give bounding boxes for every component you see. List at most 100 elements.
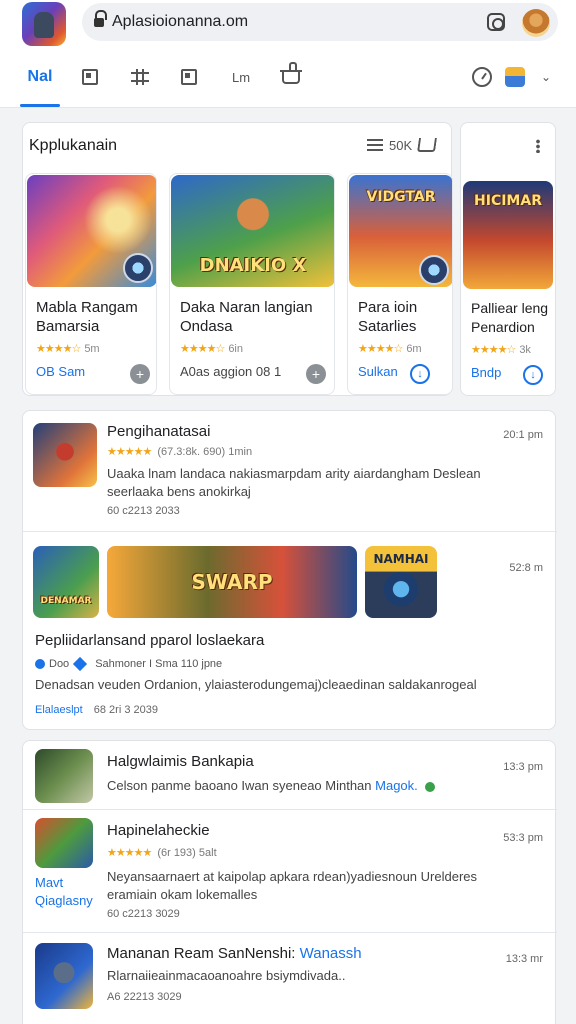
tab-images[interactable] — [80, 64, 100, 90]
list-item[interactable]: Pengihanatasai 20:1 pm ★★★★★ (67.3:8k. 69… — [23, 411, 557, 531]
verified-icon — [73, 656, 88, 672]
tab-grid[interactable] — [128, 64, 152, 90]
rating-stars: ★★★★☆ 5m — [36, 343, 100, 355]
feed-card: Pengihanatasai 20:1 pm ★★★★★ (67.3:8k. 69… — [22, 410, 557, 731]
list-item[interactable]: Mavt Qiaglasny Hapinelaheckie 53:3 pm ★★… — [23, 810, 557, 932]
rating-stars: ★★★★★ (6r 193) 5alt — [107, 847, 217, 859]
profile-button[interactable] — [503, 64, 527, 90]
item-link[interactable]: Elalaeslpt — [35, 704, 83, 716]
basket-icon — [280, 62, 302, 84]
install-button[interactable]: ↓ — [410, 364, 430, 384]
game-link[interactable]: Sulkan — [358, 364, 398, 379]
game-title: Para ioin Satarlies — [358, 299, 418, 335]
item-time: 20:1 pm — [503, 429, 543, 441]
page-icon — [181, 69, 197, 85]
game-link[interactable]: A0as aggion 08 1 — [180, 364, 281, 379]
feed-card: Halgwlaimis Bankapia 13:3 pm Celson panm… — [22, 740, 557, 1024]
game-thumbnail: DNAIKIO X — [171, 175, 334, 287]
tab-shopping[interactable] — [280, 62, 302, 90]
side-link[interactable]: Mavt Qiaglasny — [35, 874, 93, 910]
address-bar[interactable]: Aplasioionanna.om — [82, 3, 558, 41]
item-footer: Elalaeslpt 68 2ri 3 2039 — [35, 704, 158, 716]
game-link[interactable]: OB Sam — [36, 364, 85, 379]
item-description: Neyansaarnaert at kaipolap apkara rdean)… — [107, 869, 478, 902]
item-description: Uaaka lnam landaca nakiasmarpdam arity a… — [107, 466, 481, 499]
grid-icon — [131, 69, 149, 85]
game-link[interactable]: Bndp — [471, 365, 501, 380]
list-item[interactable]: DENAMAR SWARP NAMHAI 52:8 m Pepliidarlan… — [23, 532, 557, 731]
app-logo[interactable] — [22, 2, 66, 46]
item-title[interactable]: Pepliidarlansand pparol loslaekara — [35, 632, 264, 649]
item-description: Rlarnaiieainmacaoanoahre bsiymdivada.. — [107, 968, 346, 983]
game-card[interactable]: DNAIKIO X Daka Naran langian Ondasa ★★★★… — [169, 173, 335, 395]
game-banner: SWARP — [107, 546, 357, 618]
avatar[interactable] — [522, 9, 550, 37]
item-date: 60 c2213 2033 — [107, 505, 180, 517]
item-date: A6 22213 3029 — [107, 991, 182, 1003]
game-thumbnail: VIDGTAR — [349, 175, 452, 287]
item-title[interactable]: Pengihanatasai — [107, 423, 210, 440]
item-title-link[interactable]: Wanassh — [300, 945, 362, 962]
game-thumbnail: HICIMAR — [463, 181, 553, 289]
item-title[interactable]: Halgwlaimis Bankapia — [107, 753, 254, 770]
tab-all[interactable]: Nal — [20, 64, 60, 90]
expand-button[interactable]: ⌄ — [536, 64, 556, 90]
item-date: 68 2ri 3 2039 — [93, 704, 158, 716]
game-thumbnail — [27, 175, 156, 287]
item-time: 53:3 pm — [503, 832, 543, 844]
tab-pages[interactable] — [178, 64, 200, 90]
add-button[interactable]: + — [130, 364, 150, 384]
history-button[interactable] — [470, 64, 494, 90]
section-title: Kpplukanain — [29, 137, 118, 154]
check-icon — [425, 781, 436, 792]
item-description: Celson panme baoano Iwan syeneao Minthan… — [107, 777, 436, 795]
bolt-icon — [419, 255, 449, 285]
section-tools: 50K — [367, 137, 438, 153]
game-card[interactable]: HICIMAR Palliear leng Penardion ★★★★☆ 3k … — [460, 122, 556, 396]
item-title[interactable]: Mananan Ream SanNenshi: Wanassh — [107, 945, 362, 962]
recommended-section: Kpplukanain 50K Mabla Rangam Bamarsia ★★… — [22, 122, 453, 396]
game-thumbnail — [33, 423, 97, 487]
camera-icon[interactable] — [487, 13, 505, 31]
url-text[interactable]: Aplasioionanna.om — [112, 13, 248, 31]
cart-icon[interactable] — [417, 138, 438, 152]
install-button[interactable]: ↓ — [523, 365, 543, 385]
game-thumbnail: DENAMAR — [33, 546, 99, 618]
rating-stars: ★★★★☆ 6m — [358, 343, 422, 355]
clock-icon — [472, 67, 492, 87]
item-time: 13:3 pm — [503, 761, 543, 773]
shared-by-row: Doo Sahmoner I Sma 110 jpne — [35, 656, 222, 672]
list-item[interactable]: Mananan Ream SanNenshi: Wanassh 13:3 mr … — [23, 933, 557, 1024]
download-icon: ↓ — [417, 368, 423, 380]
item-link[interactable]: Magok. — [375, 778, 418, 793]
game-card[interactable]: VIDGTAR Para ioin Satarlies ★★★★☆ 6m Sulk… — [347, 173, 453, 395]
crown-icon — [505, 67, 525, 87]
tab-lm[interactable]: Lm — [226, 64, 256, 90]
rating-stars: ★★★★☆ 3k — [471, 344, 531, 356]
plus-icon: + — [135, 366, 145, 382]
game-thumbnail — [35, 943, 93, 1009]
item-time: 52:8 m — [509, 562, 543, 574]
filter-icon[interactable] — [367, 137, 383, 153]
add-button[interactable]: + — [306, 364, 326, 384]
more-options-icon[interactable] — [536, 139, 540, 153]
item-title[interactable]: Hapinelaheckie — [107, 822, 210, 839]
game-thumbnail — [35, 749, 93, 803]
browser-top-bar: Aplasioionanna.om — [0, 0, 576, 46]
shared-label: Doo — [49, 658, 70, 670]
item-description: Denadsan veuden Ordanion, ylaiasterodung… — [35, 677, 477, 692]
download-icon: ↓ — [530, 369, 536, 381]
bolt-icon — [123, 253, 153, 283]
game-title: Palliear leng Penardion — [471, 300, 549, 335]
chevron-down-icon: ⌄ — [540, 70, 552, 84]
list-item[interactable]: Halgwlaimis Bankapia 13:3 pm Celson panm… — [23, 741, 557, 809]
rating-stars: ★★★★★ (67.3:8k. 690) 1min — [107, 446, 253, 458]
game-card[interactable]: Mabla Rangam Bamarsia ★★★★☆ 5m OB Sam + — [25, 173, 157, 395]
item-date: 60 c2213 3029 — [107, 908, 180, 920]
active-tab-indicator — [20, 104, 60, 107]
image-icon — [82, 69, 98, 85]
tab-bar: Nal Lm ⌄ — [0, 46, 576, 108]
game-thumbnail: NAMHAI — [365, 546, 437, 618]
game-title: Mabla Rangam Bamarsia — [36, 299, 138, 335]
item-time: 13:3 mr — [505, 953, 543, 965]
